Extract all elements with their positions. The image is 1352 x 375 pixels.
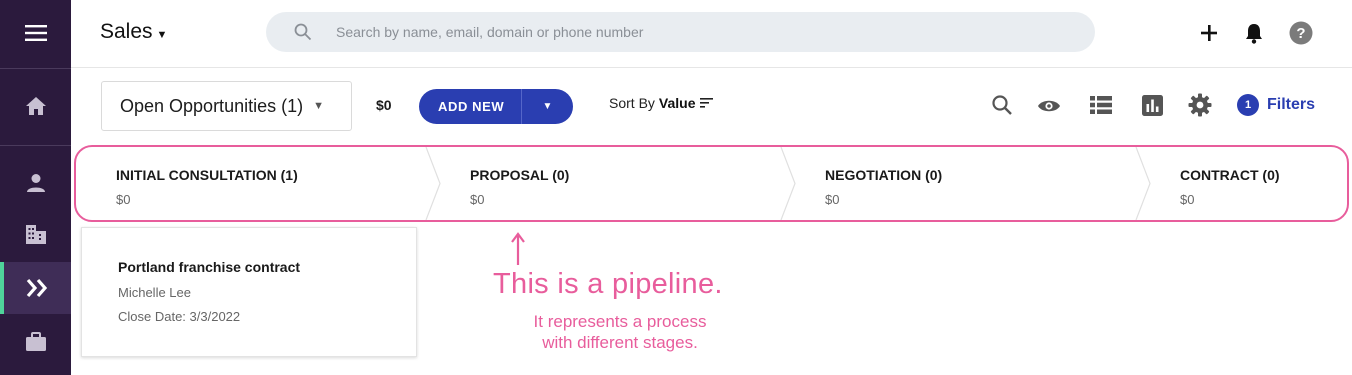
stage-negotiation[interactable]: NEGOTIATION (0) $0 [785,147,1137,220]
eye-icon [1038,100,1060,112]
search-icon [992,95,1012,115]
list-view-button[interactable] [1089,93,1113,117]
top-bar: Sales ▼ ? [71,0,1352,68]
stage-name: NEGOTIATION (0) [825,167,943,183]
home-icon [25,97,46,115]
stage-value: $0 [470,192,485,207]
sidebar-item-pipeline[interactable] [0,262,71,314]
filters-label: Filters [1267,96,1316,113]
building-icon [25,225,46,244]
add-button[interactable] [1196,20,1222,46]
annotation-line: It represents a process [533,312,707,331]
pipeline-icon [26,278,47,298]
stage-value: $0 [825,192,840,207]
sidebar [0,0,71,375]
sidebar-item-contacts[interactable] [0,162,71,204]
app-switcher[interactable]: Sales ▼ [100,20,167,44]
add-new-label: ADD NEW [419,89,522,124]
stage-name: CONTRACT (0) [1180,167,1280,183]
filters-count-badge: 1 [1237,94,1259,116]
sort-control[interactable]: Sort By Value [609,95,713,111]
opportunity-title: Portland franchise contract [118,259,301,275]
menu-button[interactable] [0,14,71,52]
notifications-button[interactable] [1241,20,1267,46]
plus-icon [1201,25,1217,41]
stage-value: $0 [116,192,131,207]
sidebar-divider [0,145,71,146]
annotation-title: This is a pipeline. [493,268,723,300]
gear-icon [1188,93,1212,117]
view-selector-label: Open Opportunities (1) [120,95,304,116]
help-button[interactable]: ? [1288,20,1314,46]
chart-view-button[interactable] [1140,93,1164,117]
person-icon [26,174,45,192]
help-icon: ? [1289,21,1313,45]
chevron-down-icon: ▼ [542,101,553,112]
settings-button[interactable] [1188,93,1212,117]
stage-name: INITIAL CONSULTATION (1) [116,167,298,183]
sidebar-item-companies[interactable] [0,212,71,256]
add-new-button[interactable]: ADD NEW ▼ [419,89,573,124]
pipeline-total: $0 [376,97,392,113]
list-view-icon [1090,96,1112,114]
sort-prefix: Sort By [609,95,655,111]
visibility-button[interactable] [1037,94,1061,118]
annotation-arrow-icon [511,232,525,265]
annotation-line: with different stages. [542,333,698,352]
chart-view-icon [1141,94,1163,116]
stage-contract[interactable]: CONTRACT (0) $0 [1140,147,1347,220]
search-bar[interactable] [266,12,1095,52]
sort-value: Value [658,95,696,111]
search-icon [294,23,312,41]
app-title: Sales [100,20,153,43]
briefcase-icon [25,332,46,351]
chevron-down-icon: ▼ [156,29,168,41]
annotation-subtitle: It represents a process with different s… [470,311,770,353]
stage-proposal[interactable]: PROPOSAL (0) $0 [430,147,782,220]
filters-button[interactable]: 1 Filters [1237,94,1315,116]
opportunity-card[interactable]: Portland franchise contract Michelle Lee… [81,227,417,357]
bell-icon [1246,24,1262,44]
stage-initial-consultation[interactable]: INITIAL CONSULTATION (1) $0 [76,147,428,220]
view-selector[interactable]: Open Opportunities (1) ▼ [101,81,352,131]
sidebar-item-deals[interactable] [0,320,71,364]
svg-text:?: ? [1296,25,1305,42]
stage-value: $0 [1180,192,1195,207]
sidebar-item-home[interactable] [0,84,71,128]
pipeline-stages: INITIAL CONSULTATION (1) $0 PROPOSAL (0)… [74,145,1349,222]
add-new-dropdown[interactable]: ▼ [522,101,573,112]
chevron-down-icon: ▼ [313,100,324,112]
sidebar-divider [0,68,71,69]
sort-icon [699,98,713,108]
opportunity-contact: Michelle Lee [118,285,191,300]
search-pipeline-button[interactable] [990,93,1014,117]
search-input[interactable] [336,24,1036,40]
menu-icon [24,25,47,41]
opportunity-close-date: Close Date: 3/3/2022 [118,309,241,324]
stage-name: PROPOSAL (0) [470,167,570,183]
